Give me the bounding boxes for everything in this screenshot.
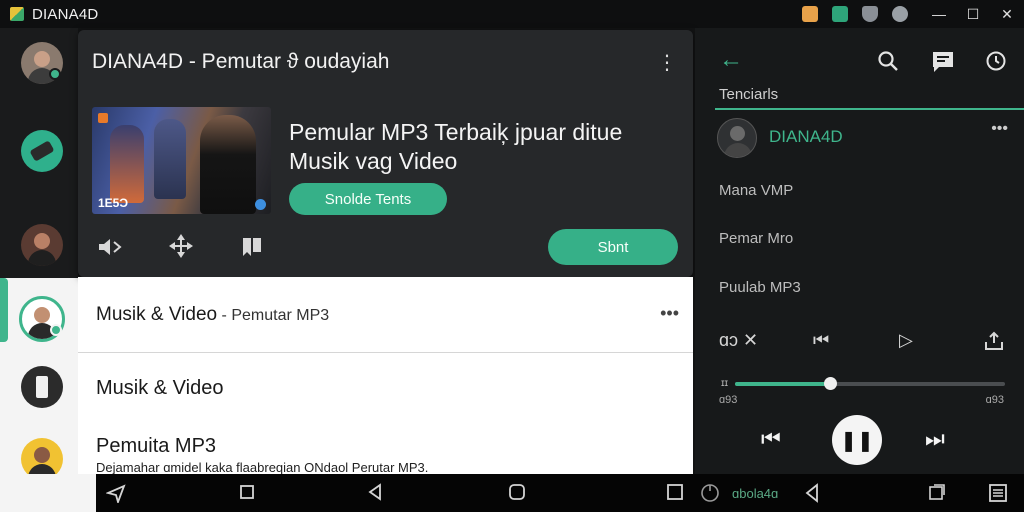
video-thumbnail[interactable]: 1E5Ɔ <box>92 107 271 214</box>
playlist-item[interactable]: Pemar Mro <box>719 230 793 247</box>
app-icon[interactable] <box>832 6 848 22</box>
more-horiz-icon[interactable]: ••• <box>991 120 1008 138</box>
sync-icon[interactable] <box>892 6 908 22</box>
search-icon[interactable] <box>877 50 899 78</box>
divider <box>78 352 693 353</box>
contacts-sidebar <box>0 28 78 480</box>
channel-name[interactable]: DIANA4D <box>769 127 843 147</box>
avatar[interactable] <box>717 118 757 158</box>
thumbnail-tag-icon <box>98 113 108 123</box>
send-icon[interactable] <box>105 483 126 508</box>
progress-bar[interactable] <box>735 377 1005 390</box>
minimize-button[interactable]: — <box>922 0 956 28</box>
total-time: ɑ93 <box>985 394 1004 406</box>
next-button[interactable]: ⏭ <box>925 426 945 452</box>
thumbnail-figure <box>154 119 186 199</box>
more-vert-icon[interactable]: ⋮ <box>657 50 677 75</box>
share-icon[interactable] <box>983 330 1005 357</box>
online-badge <box>49 68 61 80</box>
sidebar-avatar-3[interactable] <box>21 224 63 266</box>
tab-label[interactable]: Tenciarls <box>719 86 778 103</box>
audio-label: ɑɔ <box>719 330 739 350</box>
app-logo-icon <box>10 7 24 21</box>
progress-start-mark: ɪɪ <box>721 378 729 389</box>
progress-knob[interactable] <box>823 377 837 390</box>
app-title: DIANA4D <box>32 5 99 23</box>
shuffle-icon: ✕ <box>743 330 759 350</box>
home-icon[interactable] <box>508 483 526 506</box>
list-item[interactable]: Musik & Video - Pemutar MP3 ••• <box>78 277 693 352</box>
recents-icon[interactable] <box>666 483 684 506</box>
play-next-icon[interactable]: ▷ <box>899 330 913 351</box>
back-triangle-icon[interactable] <box>366 483 384 506</box>
shield-icon[interactable] <box>862 6 878 22</box>
thumbnail-badge-icon <box>255 199 266 210</box>
video-card: DIANA4D - Pemutar ϑ oudayiah ⋮ 1E5Ɔ Pemu… <box>78 30 693 277</box>
headline-line-1: Pemular MP3 Terbaiķ jpuar ditue <box>289 119 623 145</box>
volume-icon[interactable] <box>96 236 124 264</box>
menu-icon[interactable] <box>988 483 1008 508</box>
tab-underline <box>715 108 1024 110</box>
title-bar: DIANA4D — ☐ ✕ <box>0 0 1024 28</box>
maximize-button[interactable]: ☐ <box>956 0 990 28</box>
nav-left-fill <box>0 474 96 512</box>
more-horiz-icon[interactable]: ••• <box>660 303 679 324</box>
shuffle-control[interactable]: ɑɔ ✕ <box>719 330 758 351</box>
thumbnail-label: 1E5Ɔ <box>98 196 129 210</box>
sidebar-device-icon[interactable] <box>21 130 63 172</box>
system-nav-bar: ɑbola4ɑ <box>96 474 1024 512</box>
list-item-title[interactable]: Musik & Video <box>96 377 223 400</box>
list-item-title: Musik & Video - Pemutar MP3 <box>96 304 330 325</box>
playlist-item[interactable]: Puulab MP3 <box>719 279 801 296</box>
skip-previous-icon[interactable]: ⏮ <box>813 330 829 351</box>
list-item-title[interactable]: Pemuita MP3 <box>96 435 216 458</box>
selection-marker <box>0 278 8 342</box>
green-action-button[interactable]: Snolde Tents <box>289 183 447 215</box>
pause-button[interactable]: ❚❚ <box>832 415 882 465</box>
window-icon[interactable] <box>928 483 946 506</box>
card-headline: Pemular MP3 Terbaiķ jpuar ditue Musik va… <box>289 118 689 176</box>
back-icon[interactable] <box>802 483 822 508</box>
bookmark-icon[interactable] <box>240 236 264 266</box>
content-list: Musik & Video - Pemutar MP3 ••• Musik & … <box>78 277 693 475</box>
back-arrow-icon[interactable]: ← <box>719 46 743 74</box>
comment-icon[interactable] <box>931 50 955 80</box>
online-badge <box>50 324 62 336</box>
playlist-item[interactable]: Mana VMP <box>719 182 793 199</box>
headline-line-2: Musik vag Video <box>289 148 458 174</box>
thumbnail-figure <box>200 115 256 214</box>
shop-icon[interactable] <box>802 6 818 22</box>
move-icon[interactable] <box>168 233 194 265</box>
close-button[interactable]: ✕ <box>990 0 1024 28</box>
nav-label: ɑbola4ɑ <box>732 486 779 501</box>
progress-fill <box>735 382 830 386</box>
list-item-subtitle: Dejamahar ɑmidel kaka flaabreqian ONdaol… <box>96 460 429 475</box>
previous-button[interactable]: ⏮ <box>761 426 781 452</box>
card-title: DIANA4D - Pemutar ϑ oudayiah <box>92 50 390 73</box>
start-button[interactable]: Sbnt <box>548 229 678 265</box>
clock-icon[interactable] <box>985 50 1007 78</box>
thumbnail-figure <box>110 125 144 203</box>
player-panel: ← Tenciarls DIANA4D ••• Mana VMP Pemar M… <box>695 28 1024 474</box>
sidebar-device-icon-2[interactable] <box>21 366 63 408</box>
power-icon[interactable] <box>700 483 720 508</box>
square-icon[interactable] <box>238 483 256 506</box>
elapsed-time: ɑ93 <box>719 394 738 406</box>
window-controls: — ☐ ✕ <box>802 0 1024 28</box>
